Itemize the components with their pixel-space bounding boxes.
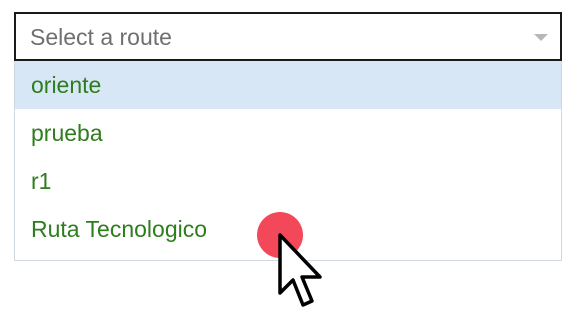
caret-down-icon[interactable] — [534, 34, 548, 41]
mouse-pointer-icon — [278, 233, 322, 307]
route-select[interactable]: Select a route — [14, 12, 562, 61]
route-option-r1[interactable]: r1 — [15, 157, 561, 205]
route-option-prueba[interactable]: prueba — [15, 109, 561, 157]
route-select-placeholder: Select a route — [30, 24, 172, 50]
route-option-oriente[interactable]: oriente — [15, 61, 561, 109]
